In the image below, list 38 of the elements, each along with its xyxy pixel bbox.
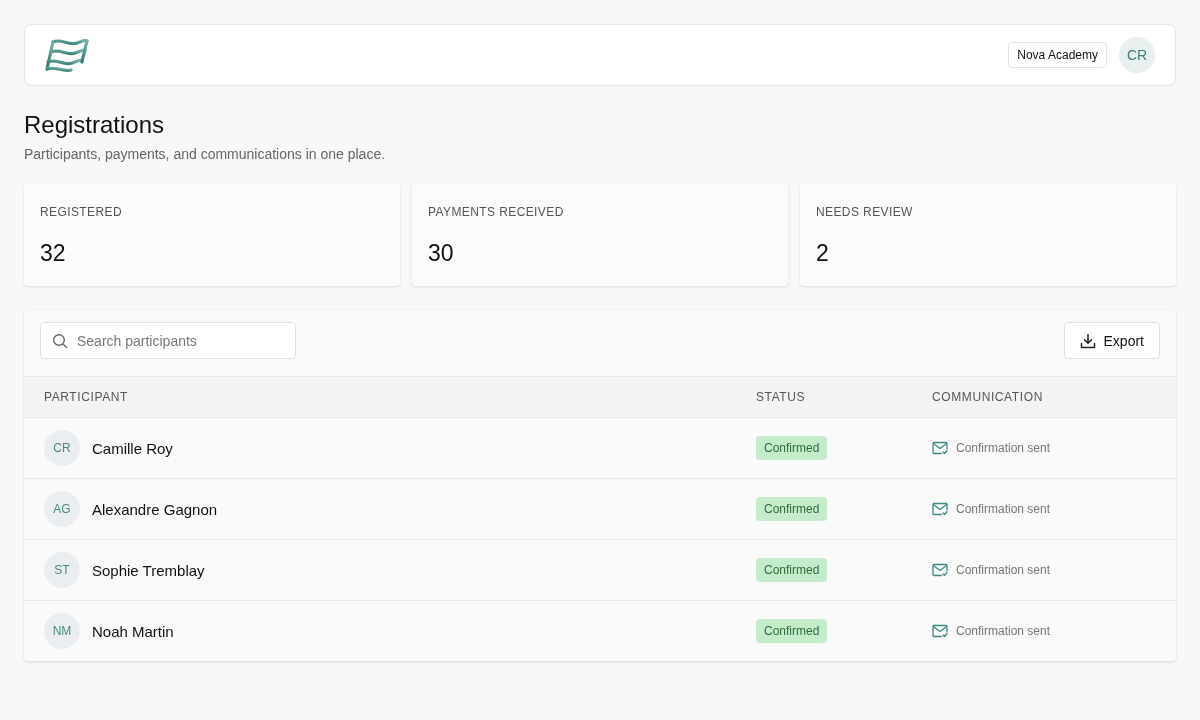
participant-name: Sophie Tremblay	[92, 561, 205, 579]
stat-value: 30	[428, 239, 454, 267]
download-icon	[1079, 332, 1096, 349]
stat-label: REGISTERED	[40, 205, 122, 219]
participant-name: Noah Martin	[92, 622, 174, 640]
envelope-check-icon	[932, 624, 948, 638]
column-header: STATUS	[756, 390, 806, 404]
communication-status: Confirmation sent	[956, 563, 1051, 577]
participant-name: Alexandre Gagnon	[92, 500, 218, 518]
communication-status: Confirmation sent	[956, 502, 1051, 516]
status-tag: Confirmed	[756, 619, 828, 643]
communication-status: Confirmation sent	[956, 441, 1051, 455]
status-tag: Confirmed	[756, 436, 828, 460]
user-avatar[interactable]: CR	[1119, 37, 1155, 73]
participant-avatar: AG	[44, 491, 80, 527]
envelope-check-icon	[932, 441, 948, 455]
stat-value: 32	[40, 239, 66, 267]
status-tag: Confirmed	[756, 497, 828, 521]
participant-avatar: ST	[44, 552, 80, 588]
participant-avatar: NM	[44, 613, 80, 649]
participant-name: Camille Roy	[92, 439, 173, 457]
envelope-check-icon	[932, 502, 948, 516]
status-tag: Confirmed	[756, 558, 828, 582]
search-icon	[52, 332, 68, 349]
column-header: COMMUNICATION	[932, 390, 1043, 404]
communication-status: Confirmation sent	[956, 624, 1051, 638]
envelope-check-icon	[932, 563, 948, 577]
stat-label: NEEDS REVIEW	[816, 205, 913, 219]
participant-avatar: CR	[44, 430, 80, 466]
search-field[interactable]: Search participants	[40, 322, 296, 359]
stat-label: PAYMENTS RECEIVED	[428, 205, 564, 219]
organization-badge[interactable]: Nova Academy	[1008, 42, 1107, 68]
column-header: PARTICIPANT	[44, 390, 128, 404]
wave-flag-logo-icon	[45, 38, 89, 72]
stat-value: 2	[816, 239, 829, 267]
page-title: Registrations	[24, 110, 166, 140]
export-button[interactable]: Export	[1063, 322, 1160, 359]
page-subtitle: Participants, payments, and communications in one place.	[24, 145, 387, 164]
